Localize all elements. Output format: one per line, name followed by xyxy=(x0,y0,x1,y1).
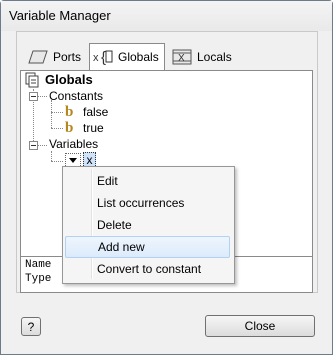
boolean-icon: b xyxy=(65,120,74,136)
menu-item-convert-to-constant[interactable]: Convert to constant xyxy=(65,258,230,280)
tree-node-constant-true[interactable]: true xyxy=(83,121,104,135)
boolean-icon: b xyxy=(65,104,74,120)
window-title: Variable Manager xyxy=(9,8,111,23)
chevron-down-icon xyxy=(69,158,77,163)
tree-node-constants[interactable]: Constants xyxy=(49,89,103,103)
tab-locals-label: Locals xyxy=(197,50,232,64)
context-menu: Edit List occurrences Delete Add new Con… xyxy=(62,166,235,284)
menu-item-add-new[interactable]: Add new xyxy=(65,236,230,258)
tree-node-constant-false[interactable]: false xyxy=(83,105,108,119)
tab-locals[interactable]: X Locals xyxy=(171,44,232,70)
svg-text:{: { xyxy=(101,49,106,66)
svg-text:X: X xyxy=(178,53,185,64)
globals-icon: x{ xyxy=(92,48,114,66)
tree-root-globals[interactable]: Globals xyxy=(45,72,93,87)
tab-ports-label: Ports xyxy=(53,50,82,64)
close-button[interactable]: Close xyxy=(205,315,315,337)
menu-item-edit[interactable]: Edit xyxy=(65,170,230,192)
svg-text:x: x xyxy=(93,52,99,64)
constants-collapse-toggle[interactable] xyxy=(29,92,38,101)
info-name-label: Name xyxy=(25,259,52,271)
ports-icon xyxy=(27,48,49,66)
locals-icon: X xyxy=(171,48,193,66)
tree-node-variables[interactable]: Variables xyxy=(49,137,98,151)
menu-item-delete[interactable]: Delete xyxy=(65,214,230,236)
tab-globals[interactable]: x{ Globals xyxy=(89,43,165,70)
variables-collapse-toggle[interactable] xyxy=(29,141,38,150)
tab-globals-label: Globals xyxy=(118,50,159,64)
tab-ports[interactable]: Ports xyxy=(27,44,81,70)
help-button[interactable]: ? xyxy=(21,317,41,336)
title-bar: Variable Manager xyxy=(1,1,332,31)
menu-item-list-occurrences[interactable]: List occurrences xyxy=(65,192,230,214)
